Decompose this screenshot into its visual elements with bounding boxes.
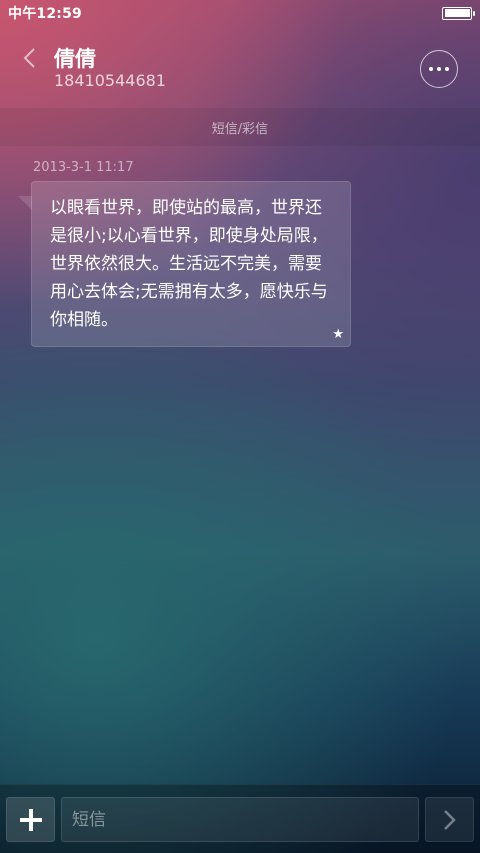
- message-timestamp: 2013-3-1 11:17: [33, 160, 134, 175]
- chevron-right-icon: [443, 809, 456, 830]
- contact-phone-number: 18410544681: [54, 71, 166, 90]
- star-icon: ★: [332, 327, 344, 342]
- more-dot: [437, 67, 441, 71]
- chevron-left-icon: [23, 48, 35, 68]
- composer-bar: [0, 784, 480, 853]
- contact-name: 倩倩: [54, 47, 96, 71]
- status-time: 中午12:59: [8, 6, 82, 22]
- battery-fill: [444, 9, 470, 17]
- status-bar: 中午12:59: [0, 0, 480, 26]
- bubble-tail: [18, 196, 32, 210]
- more-options-button[interactable]: [420, 50, 458, 88]
- back-button[interactable]: [14, 38, 44, 78]
- more-dot: [445, 67, 449, 71]
- conversation-header: 倩倩 18410544681: [0, 26, 480, 108]
- message-input[interactable]: [61, 797, 419, 842]
- send-button[interactable]: [425, 797, 474, 842]
- message-bubble[interactable]: 以眼看世界，即使站的最高，世界还是很小;以心看世界，即使身处局限，世界依然很大。…: [31, 181, 351, 347]
- plus-icon: [19, 808, 42, 831]
- add-attachment-button[interactable]: [6, 797, 55, 842]
- battery-icon: [442, 6, 475, 20]
- conversation-type-label: 短信/彩信: [211, 122, 269, 137]
- message-text: 以眼看世界，即使站的最高，世界还是很小;以心看世界，即使身处局限，世界依然很大。…: [50, 198, 328, 330]
- more-dots-icon: [429, 67, 433, 71]
